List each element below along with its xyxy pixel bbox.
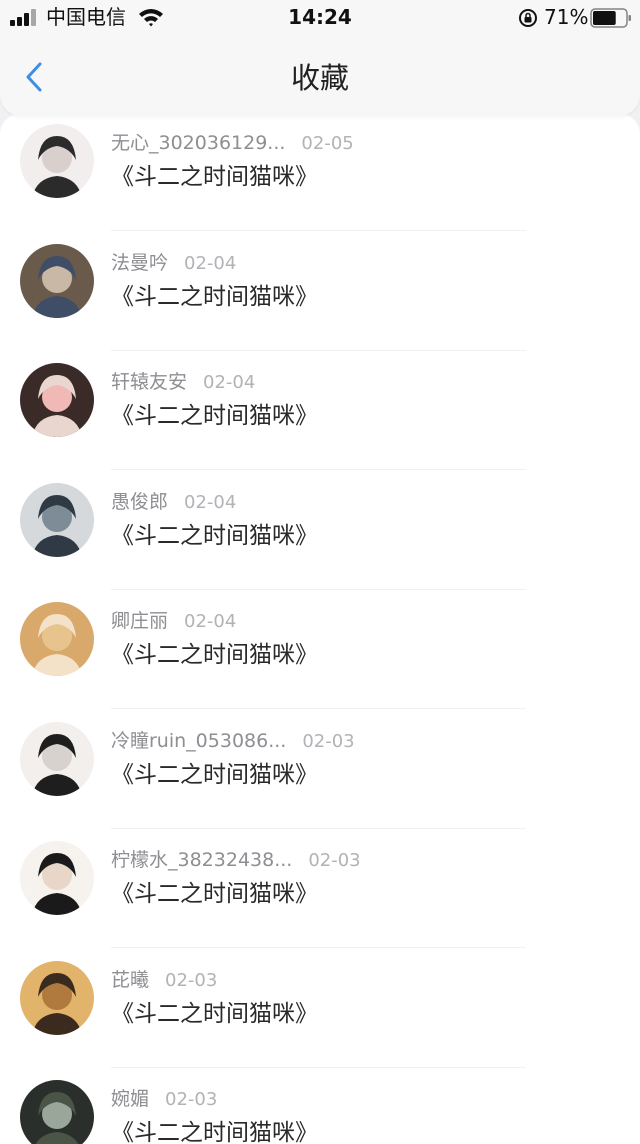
divider — [111, 827, 526, 829]
favorite-list-item[interactable]: 婉媚 02-03 《斗二之时间猫咪》 — [0, 1080, 640, 1144]
post-date: 02-04 — [184, 491, 237, 513]
divider — [111, 469, 526, 470]
favorite-list-item[interactable]: 无心_302036129... 02-05 《斗二之时间猫咪》 — [0, 124, 640, 244]
avatar[interactable] — [20, 243, 94, 318]
battery-percent: 71% — [544, 5, 589, 29]
favorite-title: 《斗二之时间猫咪》 — [111, 164, 318, 190]
favorite-list-item[interactable]: 法曼吟 02-04 《斗二之时间猫咪》 — [0, 243, 640, 364]
favorite-title: 《斗二之时间猫咪》 — [111, 1120, 318, 1144]
item-meta: 法曼吟 02-04 — [111, 250, 236, 276]
page-title: 收藏 — [290, 61, 349, 95]
post-date: 02-03 — [308, 850, 361, 871]
username[interactable]: 婉媚 — [111, 1088, 149, 1110]
favorite-title: 《斗二之时间猫咪》 — [111, 403, 318, 429]
item-meta: 轩辕友安 02-04 — [111, 369, 255, 395]
favorite-list-item[interactable]: 冷瞳ruin_053086... 02-03 《斗二之时间猫咪》 — [0, 721, 640, 842]
item-meta: 柠檬水_38232438... 02-03 — [111, 847, 361, 873]
username[interactable]: 轩辕友安 — [111, 371, 187, 393]
divider — [111, 947, 526, 948]
favorite-title: 《斗二之时间猫咪》 — [111, 283, 318, 310]
divider — [111, 708, 526, 709]
post-date: 02-04 — [184, 611, 237, 632]
avatar[interactable] — [20, 602, 94, 676]
favorite-title: 《斗二之时间猫咪》 — [111, 761, 318, 788]
favorite-list-item[interactable]: 卿庄丽 02-04 《斗二之时间猫咪》 — [0, 602, 640, 722]
favorite-title: 《斗二之时间猫咪》 — [111, 522, 318, 549]
item-meta: 愚俊郎 02-04 — [111, 489, 236, 515]
favorite-title: 《斗二之时间猫咪》 — [111, 881, 318, 907]
username[interactable]: 无心_302036129... — [111, 132, 285, 154]
item-meta: 冷瞳ruin_053086... 02-03 — [111, 728, 355, 754]
favorite-list-item[interactable]: 芘曦 02-03 《斗二之时间猫咪》 — [0, 960, 640, 1081]
username[interactable]: 冷瞳ruin_053086... — [111, 730, 286, 752]
avatar[interactable] — [20, 960, 94, 1035]
divider — [111, 230, 526, 231]
avatar[interactable] — [20, 721, 94, 796]
avatar[interactable] — [20, 363, 94, 437]
post-date: 02-03 — [302, 730, 355, 752]
divider — [111, 1066, 526, 1068]
battery-icon — [590, 8, 631, 28]
favorite-title: 《斗二之时间猫咪》 — [111, 1000, 318, 1027]
username[interactable]: 芘曦 — [111, 969, 149, 991]
orientation-lock-icon — [519, 9, 537, 27]
status-bar: 中国电信 14:24 71% — [0, 0, 640, 36]
avatar[interactable] — [20, 841, 94, 915]
favorite-list-item[interactable]: 柠檬水_38232438... 02-03 《斗二之时间猫咪》 — [0, 841, 640, 961]
post-date: 02-04 — [203, 372, 256, 393]
username[interactable]: 卿庄丽 — [111, 610, 168, 632]
username[interactable]: 愚俊郎 — [111, 491, 168, 513]
avatar[interactable] — [20, 124, 94, 198]
item-meta: 婉媚 02-03 — [111, 1086, 217, 1112]
navigation-bar: 收藏 — [0, 36, 640, 116]
favorite-list-item[interactable]: 轩辕友安 02-04 《斗二之时间猫咪》 — [0, 363, 640, 483]
favorite-list-item[interactable]: 愚俊郎 02-04 《斗二之时间猫咪》 — [0, 482, 640, 603]
favorites-list-card: 无心_302036129... 02-05 《斗二之时间猫咪》 法曼吟 02-04 … — [0, 114, 640, 1144]
username[interactable]: 法曼吟 — [111, 252, 168, 274]
post-date: 02-04 — [184, 252, 237, 274]
avatar[interactable] — [20, 1080, 94, 1144]
divider — [111, 588, 526, 590]
item-meta: 芘曦 02-03 — [111, 967, 217, 993]
favorite-title: 《斗二之时间猫咪》 — [111, 642, 318, 668]
divider — [111, 349, 526, 351]
post-date: 02-03 — [165, 969, 218, 991]
avatar[interactable] — [20, 482, 94, 557]
post-date: 02-05 — [301, 133, 354, 154]
post-date: 02-03 — [165, 1089, 218, 1110]
favorites-list: 无心_302036129... 02-05 《斗二之时间猫咪》 法曼吟 02-04 … — [0, 124, 640, 1144]
username[interactable]: 柠檬水_38232438... — [111, 849, 292, 871]
item-meta: 无心_302036129... 02-05 — [111, 130, 354, 156]
item-meta: 卿庄丽 02-04 — [111, 608, 236, 634]
